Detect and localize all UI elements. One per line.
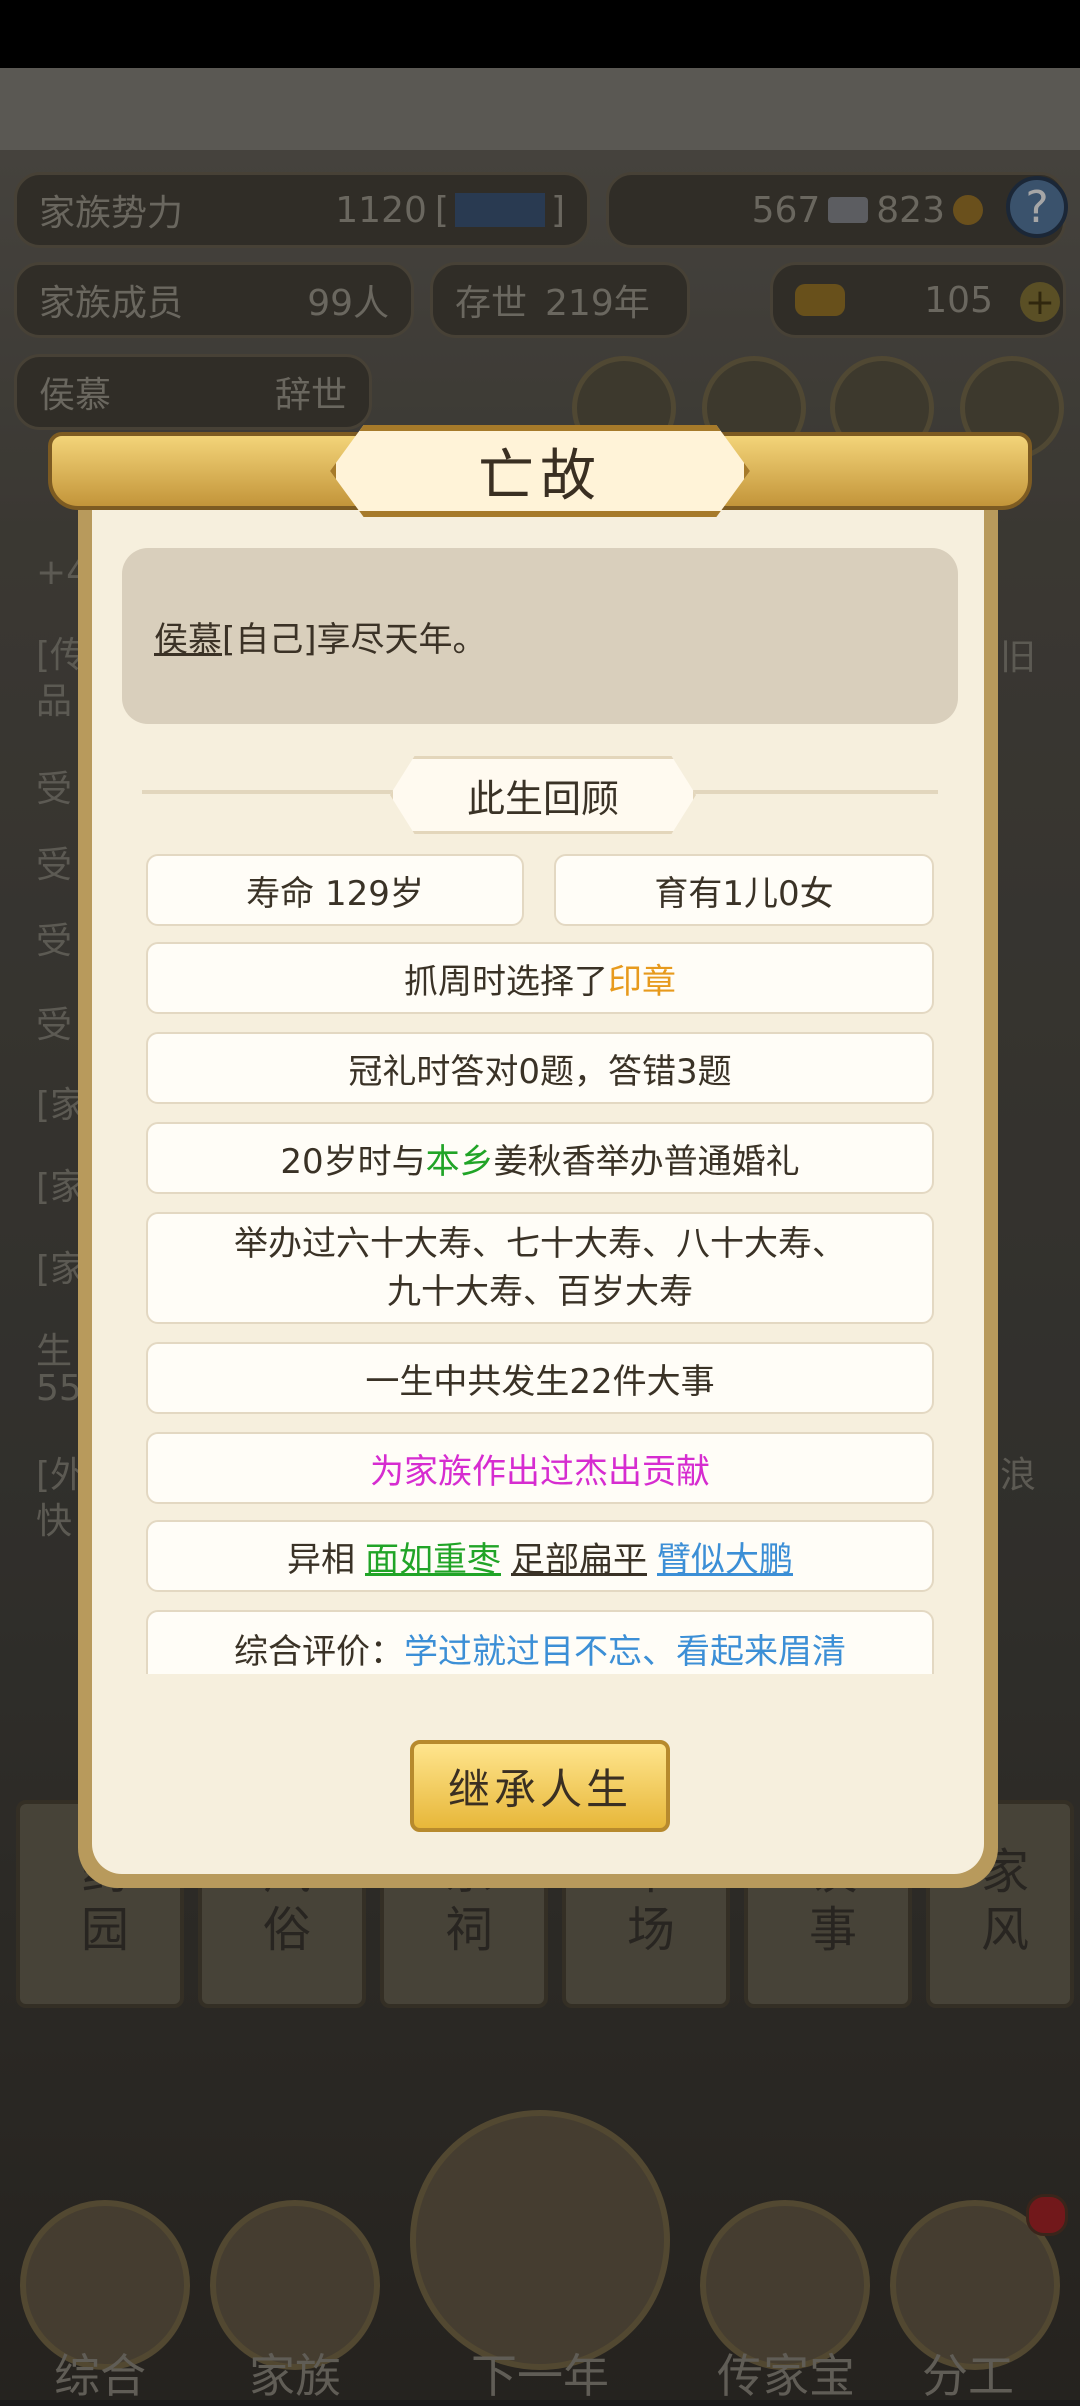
traits-label: 异相 bbox=[287, 1539, 355, 1580]
message-person-name[interactable]: 侯慕 bbox=[154, 612, 222, 661]
status-bar bbox=[0, 0, 1080, 68]
death-message: 侯慕 [自己]享尽天年。 bbox=[122, 548, 958, 724]
zhuazhou-item: 印章 bbox=[608, 961, 676, 1002]
guanli-row: 冠礼时答对0题，答错3题 bbox=[146, 1032, 934, 1104]
contribution-text: 为家族作出过杰出贡献 bbox=[370, 1451, 710, 1492]
birthday-row: 举办过六十大寿、七十大寿、八十大寿、 九十大寿、百岁大寿 bbox=[146, 1212, 934, 1324]
marriage-suffix: 姜秋香举办普通婚礼 bbox=[493, 1141, 800, 1182]
trait-1[interactable]: 面如重枣 bbox=[365, 1532, 501, 1581]
trait-2[interactable]: 足部扁平 bbox=[511, 1532, 647, 1581]
zhuazhou-prefix: 抓周时选择了 bbox=[404, 961, 608, 1002]
dialog-title: 亡故 bbox=[330, 425, 750, 517]
evaluation-label: 综合评价： bbox=[234, 1632, 404, 1672]
traits-row: 异相 面如重枣 足部扁平 臂似大鹏 bbox=[146, 1520, 934, 1592]
divider-left bbox=[142, 790, 402, 794]
events-row: 一生中共发生22件大事 bbox=[146, 1342, 934, 1414]
trait-3[interactable]: 臂似大鹏 bbox=[657, 1532, 793, 1581]
message-text: [自己]享尽天年。 bbox=[222, 619, 487, 660]
marriage-row: 20岁时与 本乡 姜秋香举办普通婚礼 bbox=[146, 1122, 934, 1194]
children-row: 育有1儿0女 bbox=[554, 854, 934, 926]
evaluation-clip: 综合评价： 学过就过目不忘、看起来眉清 bbox=[146, 1610, 934, 1674]
divider-right bbox=[678, 790, 938, 794]
contribution-row: 为家族作出过杰出贡献 bbox=[146, 1432, 934, 1504]
marriage-prefix: 20岁时与 bbox=[280, 1141, 426, 1182]
lifespan-row: 寿命 129岁 bbox=[146, 854, 524, 926]
evaluation-row: 综合评价： 学过就过目不忘、看起来眉清 bbox=[146, 1610, 934, 1674]
evaluation-value: 学过就过目不忘、看起来眉清 bbox=[404, 1632, 846, 1672]
birthday-line2: 九十大寿、百岁大寿 bbox=[387, 1272, 693, 1312]
zhuazhou-row: 抓周时选择了 印章 bbox=[146, 942, 934, 1014]
marriage-place: 本乡 bbox=[425, 1141, 494, 1182]
inherit-life-button[interactable]: 继承人生 bbox=[410, 1740, 670, 1832]
section-title: 此生回顾 bbox=[390, 756, 696, 834]
birthday-line1: 举办过六十大寿、七十大寿、八十大寿、 bbox=[234, 1224, 846, 1264]
